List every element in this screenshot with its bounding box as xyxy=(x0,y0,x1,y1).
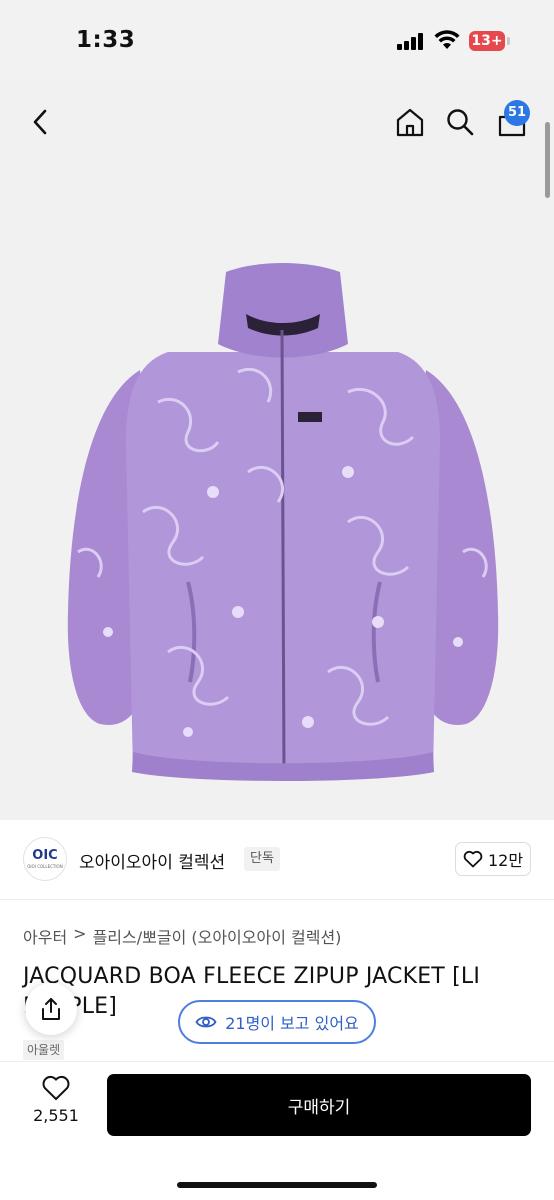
outlet-badge: 아울렛 xyxy=(23,1040,65,1060)
heart-icon xyxy=(463,850,483,868)
eye-icon xyxy=(195,1016,217,1028)
search-button[interactable] xyxy=(438,100,482,144)
cellular-signal-icon xyxy=(397,33,427,50)
buy-button[interactable]: 구매하기 xyxy=(107,1074,531,1136)
brand-logo-subtext: OIOI COLLECTION xyxy=(27,864,63,869)
exclusive-badge: 단독 xyxy=(244,847,280,871)
battery-cap xyxy=(507,37,510,45)
category-main-link[interactable]: 아우터 xyxy=(23,924,67,948)
wifi-icon xyxy=(434,30,460,49)
status-bar: 1:33 13+ xyxy=(0,0,554,82)
status-time: 1:33 xyxy=(76,27,136,53)
wishlist-button[interactable]: 2,551 xyxy=(18,1074,94,1142)
product-image xyxy=(67,263,499,781)
chevron-left-icon xyxy=(33,109,47,135)
share-icon xyxy=(42,998,60,1020)
battery-indicator: 13+ xyxy=(469,31,505,51)
category-sub-link[interactable]: 플리스/뽀글이 (오아이오아이 컬렉션) xyxy=(93,924,342,948)
share-button[interactable] xyxy=(25,983,77,1035)
brand-row: OIC OIOI COLLECTION 오아이오아이 컬렉션 단독 12만 xyxy=(0,820,554,900)
back-button[interactable] xyxy=(20,100,60,144)
brand-like-count: 12만 xyxy=(487,851,524,870)
search-icon xyxy=(447,109,474,136)
breadcrumb-separator: > xyxy=(73,924,87,943)
wishlist-count: 2,551 xyxy=(33,1106,79,1125)
cart-count-badge: 51 xyxy=(504,100,530,126)
brand-logo[interactable]: OIC OIOI COLLECTION xyxy=(23,837,67,881)
viewers-indicator: 21명이 보고 있어요 xyxy=(178,1000,376,1044)
brand-logo-mark: OIC xyxy=(32,848,58,863)
breadcrumb: 아우터 > 플리스/뽀글이 (오아이오아이 컬렉션) xyxy=(23,924,341,948)
scrollbar-thumb[interactable] xyxy=(545,122,550,198)
brand-name-link[interactable]: 오아이오아이 컬렉션 xyxy=(79,848,225,873)
home-button[interactable] xyxy=(388,100,432,144)
bottom-action-bar: 2,551 구매하기 xyxy=(0,1061,554,1200)
heart-icon xyxy=(42,1075,70,1100)
viewers-text: 21명이 보고 있어요 xyxy=(225,1014,359,1033)
home-indicator xyxy=(177,1182,377,1188)
product-gallery[interactable]: 1 / 2 xyxy=(0,82,554,820)
home-icon xyxy=(396,108,424,137)
brand-like-button[interactable]: 12만 xyxy=(455,842,531,876)
